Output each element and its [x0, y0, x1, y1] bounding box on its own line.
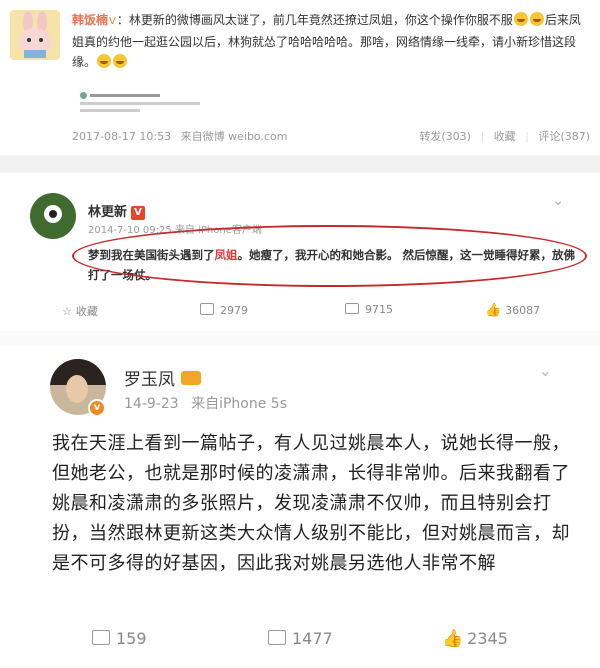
thumbs-up-icon: 👍	[485, 303, 502, 318]
post-text-part-1: ：林更新的微博画风太谜了，前几年竟然还撩过凤姐，你这个操作你服不服	[116, 13, 513, 27]
comment-count: 1477	[292, 629, 333, 648]
post-time[interactable]: 14-9-23	[124, 396, 179, 412]
thumbs-up-icon: 👍	[442, 629, 464, 649]
weibo-post: 林更新 V 2014-7-10 09:25 来自 iPhone客户端 ⌄ 梦到我在…	[0, 173, 600, 331]
post-actions: 159 1477 👍 2345	[0, 627, 600, 657]
laughing-emoji-icon	[97, 54, 112, 68]
repost-button[interactable]: 2979	[200, 303, 248, 317]
post-time[interactable]: 2017-08-17 10:53	[72, 130, 171, 143]
comment-button[interactable]: 评论(387)	[538, 130, 590, 143]
vip-icon: V	[109, 16, 116, 27]
chevron-down-icon[interactable]: ⌄	[539, 361, 552, 380]
like-count: 36087	[505, 304, 541, 317]
author-name[interactable]: 罗玉凤	[124, 365, 201, 390]
comment-button[interactable]: 1477	[268, 629, 333, 648]
post-source[interactable]: 来自微博 weibo.com	[181, 130, 288, 143]
post-meta: 2017-08-17 10:53 来自微博 weibo.com	[72, 128, 287, 144]
laughing-emoji-icon	[529, 12, 544, 26]
divider: |	[480, 130, 485, 143]
comment-icon	[345, 303, 359, 314]
weibo-post-screenshot: v 罗玉凤 14-9-23 来自iPhone 5s ⌄ 我在天涯上看到一篇帖子，…	[0, 345, 600, 668]
post-text: 韩饭楠V：林更新的微博画风太谜了，前几年竟然还撩过凤姐，你这个操作你服不服 后来凤…	[72, 10, 590, 72]
star-icon: ☆	[62, 305, 72, 318]
author-name-text: 林更新	[88, 205, 128, 220]
repost-count: 2979	[220, 304, 248, 317]
laughing-emoji-icon	[513, 12, 528, 26]
post-actions: 转发(303) | 收藏 | 评论(387)	[413, 128, 590, 144]
post-text: 梦到我在美国街头遇到了凤姐。她瘦了，我开心的和她合影。 然后惊醒，这一觉睡得好累…	[88, 245, 578, 285]
highlighted-keyword: 凤姐	[214, 248, 238, 262]
repost-button[interactable]: 转发(303)	[419, 130, 471, 143]
divider: |	[525, 130, 529, 143]
repost-icon	[200, 303, 214, 315]
section-gap	[0, 331, 600, 345]
post-time[interactable]: 2014-7-10 09:25 来自 iPhone客户端	[88, 221, 262, 236]
like-button[interactable]: 👍 36087	[485, 303, 540, 318]
author-name-text: 罗玉凤	[124, 370, 175, 390]
favorite-button[interactable]: 收藏	[494, 130, 516, 143]
post-actions: ☆ 收藏 2979 9715 👍 36087	[0, 301, 600, 325]
comment-icon	[268, 630, 286, 645]
embedded-screenshot-thumbnail[interactable]	[80, 88, 210, 118]
post-text: 我在天涯上看到一篇帖子，有人见过姚晨本人，说她长得一般，但她老公，也就是那时候的…	[52, 433, 570, 574]
laughing-emoji-icon	[113, 54, 128, 68]
repost-card: 韩饭楠V：林更新的微博画风太谜了，前几年竟然还撩过凤姐，你这个操作你服不服 后来凤…	[0, 0, 600, 155]
vip-badge-icon: V	[131, 206, 146, 220]
section-gap	[0, 155, 600, 173]
verified-badge-icon: v	[88, 399, 106, 417]
like-button[interactable]: 👍 2345	[442, 629, 508, 649]
rabbit-avatar-icon	[10, 10, 60, 60]
author-name[interactable]: 林更新 V	[88, 201, 146, 220]
chevron-down-icon[interactable]: ⌄	[552, 193, 564, 209]
post-meta: 14-9-23 来自iPhone 5s	[124, 393, 287, 413]
like-count: 2345	[467, 629, 508, 648]
repost-count: 159	[116, 629, 147, 648]
crown-badge-icon	[181, 371, 201, 385]
avatar[interactable]	[30, 193, 76, 239]
repost-icon	[92, 630, 110, 645]
avatar[interactable]	[10, 10, 60, 60]
favorite-label: 收藏	[75, 305, 98, 318]
comment-button[interactable]: 9715	[345, 303, 393, 316]
comment-count: 9715	[365, 303, 393, 316]
author-name[interactable]: 韩饭楠	[72, 13, 108, 27]
post-source[interactable]: 来自iPhone 5s	[191, 396, 287, 412]
favorite-button[interactable]: ☆ 收藏	[62, 303, 98, 319]
repost-button[interactable]: 159	[92, 629, 147, 648]
post-text-part-1: 梦到我在美国街头遇到了	[88, 248, 215, 262]
